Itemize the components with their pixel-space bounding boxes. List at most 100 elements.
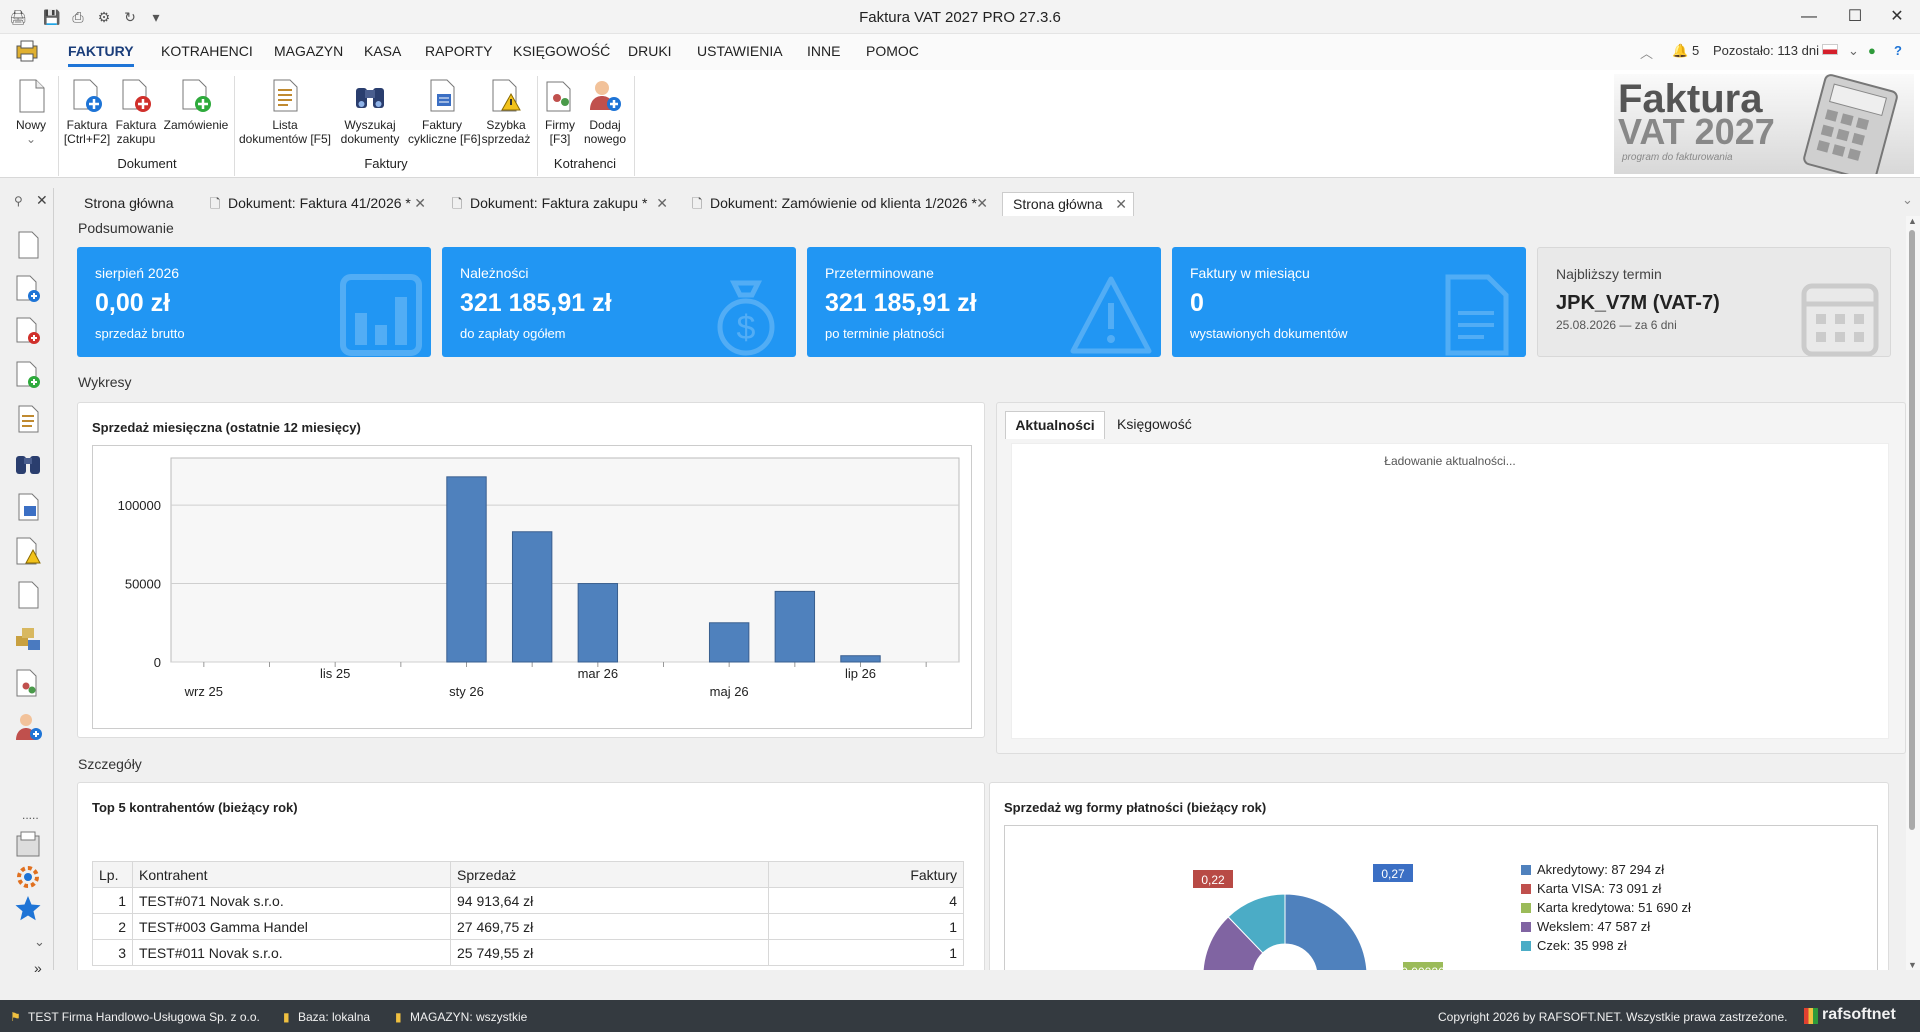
sidebar-new-document-icon[interactable] [14,230,42,260]
bar [511,531,553,663]
menu-druki[interactable]: DRUKI [628,43,672,59]
col-faktury[interactable]: Faktury [768,861,964,888]
cell-lp: 1 [92,887,133,914]
faktury-cykliczne-button[interactable]: Faktury cykliczne [F6] [408,78,481,146]
sidebar-add-invoice-icon[interactable] [14,274,42,304]
help-icon[interactable]: ? [1894,43,1902,58]
sidebar-expand-icon[interactable]: ⌄ [34,934,45,950]
scrollbar-thumb[interactable] [1909,230,1915,830]
tab-aktualnosci[interactable]: Aktualności [1005,411,1105,439]
cell-kontrahent: TEST#071 Novak s.r.o. [132,887,451,914]
card-overdue[interactable]: Przeterminowane 321 185,91 zł po termini… [807,247,1161,357]
tab-faktura-41[interactable]: 🗋 Dokument: Faktura 41/2026 * ✕ [200,192,432,216]
cell-faktury: 1 [768,939,964,966]
firmy-button[interactable]: Firmy [F3] [540,78,580,146]
tab-list-dropdown-icon[interactable]: ⌄ [1902,192,1913,208]
document-tab-bar: Strona główna 🗋 Dokument: Faktura 41/202… [70,188,1920,216]
wyszukaj-button[interactable]: Wyszukaj dokumenty [336,78,404,146]
window-title: Faktura VAT 2027 PRO 27.3.6 [859,9,1061,26]
tab-close-icon[interactable]: ✕ [976,195,988,212]
tab-ksiegowosc[interactable]: Księgowość [1117,411,1217,439]
card-label: Faktury w miesiącu [1190,265,1310,281]
menu-ksiegowosc[interactable]: KSIĘGOWOŚĆ [513,43,610,59]
sidebar-close-icon[interactable]: ✕ [36,192,48,209]
globe-icon[interactable]: ● [1868,43,1876,58]
card-next-deadline[interactable]: Najbliższy termin JPK_V7M (VAT-7) 25.08.… [1537,247,1891,357]
sidebar-warehouse-icon[interactable] [14,624,42,654]
card-monthly-sales[interactable]: sierpień 2026 0,00 zł sprzedaż brutto [77,247,431,357]
document-list-icon [273,79,298,112]
sidebar-toggle-icon[interactable]: » [34,960,42,976]
card-sub: sprzedaż brutto [95,326,185,341]
sidebar-quick-sale-icon[interactable] [14,536,42,566]
pin-icon[interactable]: ⚲ [14,194,23,208]
sidebar-recurring-icon[interactable] [14,492,42,522]
lista-dokumentow-button[interactable]: Lista dokumentów [F5] [236,78,334,146]
notification-count[interactable]: 5 [1692,43,1699,58]
document-icon [1445,274,1509,356]
flag-pl-icon[interactable] [1822,44,1838,55]
sidebar-archive-icon[interactable] [14,830,42,860]
dodaj-nowego-button[interactable]: Dodaj nowego [582,78,628,146]
faktura-button[interactable]: Faktura [Ctrl+F2] [62,78,112,146]
legend-swatch [1521,865,1531,875]
sidebar-purchase-invoice-icon[interactable] [14,316,42,346]
vertical-scrollbar[interactable]: ▲ ▼ [1906,216,1920,970]
sidebar-add-contractor-icon[interactable] [14,712,42,742]
col-kontrahent[interactable]: Kontrahent [132,861,451,888]
menu-ustawienia[interactable]: USTAWIENIA [697,43,783,59]
sidebar-search-icon[interactable] [14,448,42,478]
menu-pomoc[interactable]: POMOC [866,43,919,59]
menu-kasa[interactable]: KASA [364,43,401,59]
logo-line2: VAT 2027 [1618,111,1775,152]
minimize-icon[interactable]: — [1786,0,1832,34]
sidebar-companies-icon[interactable] [14,668,42,698]
card-monthly-invoices[interactable]: Faktury w miesiącu 0 wystawionych dokume… [1172,247,1526,357]
tab-faktura-zakupu[interactable]: 🗋 Dokument: Faktura zakupu * ✕ [442,192,674,216]
tab-close-icon[interactable]: ✕ [1115,196,1127,213]
sidebar-settings-gear-icon[interactable] [14,862,42,892]
sidebar-more-icon[interactable]: ..... [22,808,39,822]
maximize-icon[interactable]: ☐ [1832,0,1878,34]
szybka-sprzedaz-button[interactable]: Szybka sprzedaż [478,78,534,146]
card-value: 0 [1190,289,1204,317]
tab-zamowienie[interactable]: 🗋 Dokument: Zamówienie od klienta 1/2026… [682,192,994,216]
sidebar-blank-document-icon[interactable] [14,580,42,610]
tab-close-icon[interactable]: ✕ [656,195,668,212]
status-database[interactable]: Baza: lokalna [298,1010,370,1024]
sidebar-add-order-icon[interactable] [14,360,42,390]
group-faktury: Faktury [364,156,408,171]
quick-access-sidebar: ⚲ ✕ ..... ⌄ » [0,188,54,976]
col-lp[interactable]: Lp. [92,861,133,888]
card-value: 321 185,91 zł [460,289,612,317]
collapse-ribbon-icon[interactable]: ︿ [1640,43,1653,62]
menu-magazyn[interactable]: MAGAZYN [274,43,343,59]
tab-close-icon[interactable]: ✕ [414,195,426,212]
order-add-icon [182,79,211,112]
language-dropdown-icon[interactable]: ⌄ [1848,43,1859,59]
tab-strona-glowna-2[interactable]: Strona główna ✕ [1002,192,1134,216]
bell-icon[interactable]: 🔔 [1672,43,1688,59]
status-warehouse[interactable]: MAGAZYN: wszystkie [410,1010,527,1024]
zamowienie-button[interactable]: Zamówienie [160,78,232,132]
col-sprzedaz[interactable]: Sprzedaż [450,861,769,888]
menu-raporty[interactable]: RAPORTY [425,43,492,59]
document-icon: 🗋 [210,196,221,211]
menu-faktury[interactable]: FAKTURY [68,43,134,67]
tab-strona-glowna-1[interactable]: Strona główna [74,192,186,216]
calendar-icon [1801,283,1879,356]
table-row[interactable]: 1 TEST#071 Novak s.r.o. 94 913,64 zł 4 [92,887,964,914]
table-row[interactable]: 3 TEST#011 Novak s.r.o. 25 749,55 zł 1 [92,939,964,966]
close-icon[interactable]: ✕ [1874,0,1920,34]
faktura-zakupu-button[interactable]: Faktura zakupu [114,78,158,146]
sidebar-document-list-icon[interactable] [14,404,42,434]
status-company[interactable]: TEST Firma Handlowo-Usługowa Sp. z o.o. [28,1010,260,1024]
sidebar-favorites-star-icon[interactable] [14,894,42,924]
card-receivables[interactable]: Należności 321 185,91 zł do zapłaty ogół… [442,247,796,357]
news-content: Ładowanie aktualności... [1011,443,1889,739]
cell-lp: 3 [92,939,133,966]
menu-inne[interactable]: INNE [807,43,840,59]
new-button[interactable]: Nowy ⌄ [12,78,50,146]
table-row[interactable]: 2 TEST#003 Gamma Handel 27 469,75 zł 1 [92,913,964,940]
menu-kotrahenci[interactable]: KOTRAHENCI [161,43,253,59]
